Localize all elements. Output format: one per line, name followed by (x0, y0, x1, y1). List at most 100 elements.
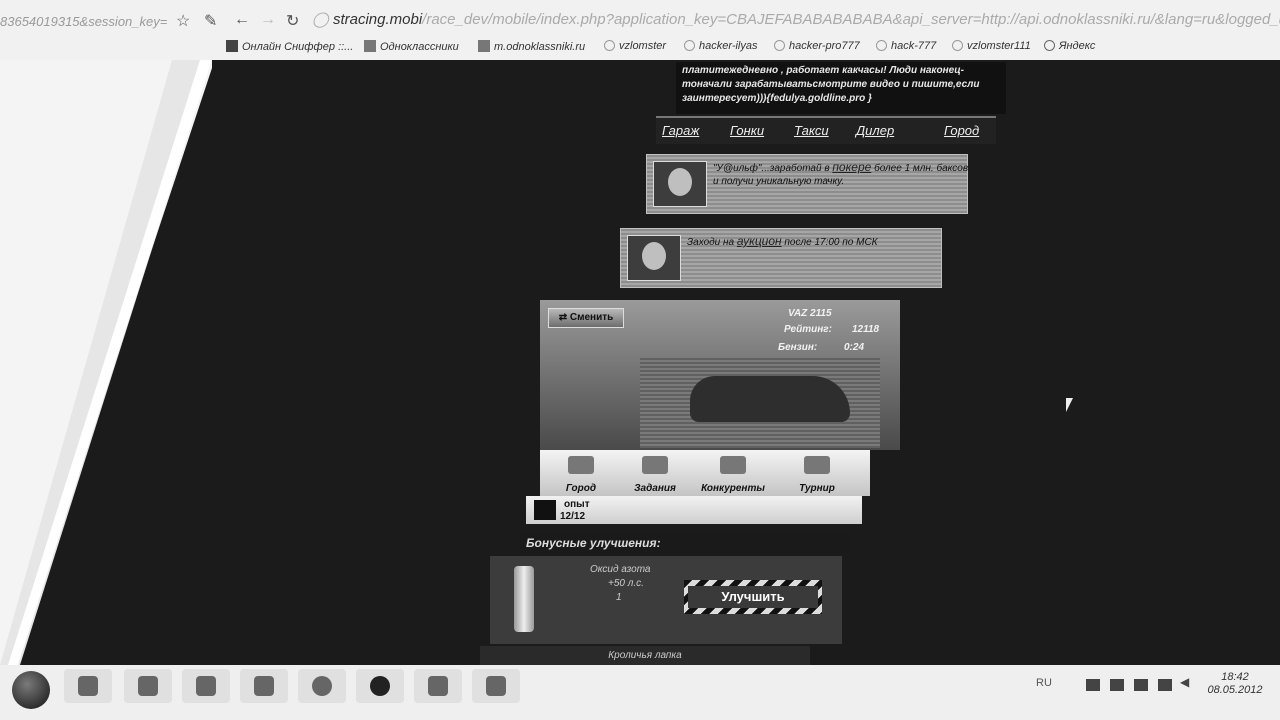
main-nav: Гараж Гонки Такси Дилер Город (656, 116, 996, 144)
folder-icon (138, 676, 158, 696)
bonus-name: Оксид азота (590, 564, 651, 575)
taskbar-app[interactable] (182, 669, 230, 703)
site-icon (478, 40, 490, 52)
exp-value: 12/12 (560, 511, 586, 522)
swap-label: Сменить (569, 312, 614, 323)
bookmark-label: Одноклассники (380, 41, 459, 53)
fuel-value: 0:24 (844, 342, 865, 353)
game-menu: Город Задания Конкуренты Турнир (540, 450, 870, 496)
bookmark-label: hack-777 (891, 40, 937, 52)
nav-races[interactable]: Гонки (730, 123, 764, 138)
bonus-title: Бонусные улучшения: (520, 532, 850, 554)
browser-icon (312, 676, 332, 696)
promo-banner: платитежедневно , работает какчасы! Люди… (676, 62, 1006, 114)
bookmark-label: Онлайн Сниффер ::... (242, 41, 354, 53)
mouse-cursor-icon (1066, 398, 1073, 412)
url-path: /race_dev/mobile/index.php?application_k… (422, 11, 1280, 28)
star-icon[interactable]: ☆ (176, 11, 190, 31)
app-icon (196, 676, 216, 696)
nav-taxi[interactable]: Такси (794, 123, 829, 138)
taskbar-opera[interactable] (356, 669, 404, 703)
volume-icon[interactable]: ◀ (1180, 675, 1194, 689)
next-bonus-item[interactable]: Кроличья лапка (480, 646, 810, 665)
back-icon[interactable]: ← (234, 11, 250, 29)
taskbar-app-2[interactable] (240, 669, 288, 703)
bookmark-yandex[interactable]: Яндекс (1044, 40, 1095, 52)
browser-toolbar: 83654019315&session_key= ☆ ✎ ← → ↻ ◯ str… (0, 0, 1280, 38)
car-image (640, 358, 880, 448)
bookmarks-bar: Онлайн Сниффер ::... Одноклассники m.odn… (0, 38, 1280, 60)
news-item-auction: Заходи на аукцион после 17:00 по МСК (620, 228, 942, 288)
nav-garage[interactable]: Гараж (662, 123, 699, 138)
bookmark-odnoklassniki[interactable]: Одноклассники (364, 40, 459, 53)
upgrade-label: Улучшить (688, 586, 818, 608)
experience-bar: опыт 12/12 (526, 496, 862, 524)
site-icon (364, 40, 376, 52)
taskbar: RU ◀ 18:42 08.05.2012 (0, 665, 1280, 720)
url-domain: stracing.mobi (332, 11, 423, 28)
promo-text: платитежедневно , работает какчасы! Люди… (682, 65, 980, 104)
clock-date: 08.05.2012 (1207, 684, 1263, 696)
bookmark-hacker-ilyas[interactable]: hacker-ilyas (684, 40, 758, 52)
tournament-icon (804, 456, 830, 474)
opera-icon (370, 676, 390, 696)
avatar (627, 235, 681, 281)
globe-icon (604, 40, 615, 51)
bookmark-hack-777[interactable]: hack-777 (876, 40, 936, 52)
taskbar-browser[interactable] (298, 669, 346, 703)
bookmark-vzlomster111[interactable]: vzlomster111 (952, 40, 1031, 52)
reload-icon[interactable]: ↻ (286, 11, 299, 31)
bookmark-hacker-pro777[interactable]: hacker-pro777 (774, 40, 860, 52)
nav-dealer[interactable]: Дилер (856, 123, 894, 138)
globe-icon (684, 40, 695, 51)
previous-tab-url[interactable]: 83654019315&session_key= (0, 14, 167, 29)
swap-car-button[interactable]: ⇄ Сменить (548, 308, 624, 328)
address-field[interactable]: ◯ stracing.mobi/race_dev/mobile/index.ph… (312, 10, 1280, 32)
paint-icon (486, 676, 506, 696)
network-icon[interactable] (1158, 679, 1172, 691)
taskbar-paint[interactable] (472, 669, 520, 703)
game-page: платитежедневно , работает какчасы! Люди… (480, 62, 1040, 665)
bookmark-vzlomster[interactable]: vzlomster (604, 40, 666, 52)
rating-label: Рейтинг: (784, 324, 832, 335)
menu-competitors[interactable]: Конкуренты (692, 450, 774, 496)
menu-label: Город (565, 483, 597, 494)
menu-city[interactable]: Город (540, 450, 622, 496)
start-button[interactable] (12, 671, 50, 709)
nitro-bottle-icon (514, 566, 534, 632)
clock[interactable]: 18:42 08.05.2012 (1200, 671, 1270, 697)
language-indicator[interactable]: RU (1036, 677, 1052, 689)
city-icon (568, 456, 594, 474)
auction-link[interactable]: аукцион (737, 234, 782, 248)
menu-tasks[interactable]: Задания (614, 450, 696, 496)
news-item-poker: "У@ильф"...заработай в покере более 1 мл… (646, 154, 968, 214)
tray-icon[interactable] (1134, 679, 1148, 691)
taskbar-media-player[interactable] (64, 669, 112, 703)
taskbar-explorer[interactable] (124, 669, 172, 703)
floppy-icon (226, 40, 238, 52)
avatar (653, 161, 707, 207)
menu-tournament[interactable]: Турнир (776, 450, 858, 496)
nav-city[interactable]: Город (944, 123, 979, 138)
bonus-item: Оксид азота +50 л.с. 1 Улучшить (490, 556, 842, 644)
bookmark-m-odnoklassniki[interactable]: m.odnoklassniki.ru (478, 40, 585, 53)
yandex-icon (1044, 40, 1055, 51)
menu-label: Задания (634, 483, 676, 494)
news-text: Заходи на аукцион после 17:00 по МСК (687, 234, 878, 249)
poker-link[interactable]: покере (832, 160, 871, 174)
bookmark-sniffer[interactable]: Онлайн Сниффер ::... (226, 40, 353, 53)
taskbar-editor[interactable] (414, 669, 462, 703)
wrench-icon[interactable]: ✎ (204, 11, 217, 31)
globe-icon (876, 40, 887, 51)
upgrade-button[interactable]: Улучшить (684, 580, 822, 614)
tray-icon[interactable] (1110, 679, 1124, 691)
tray-icon[interactable] (1086, 679, 1100, 691)
menu-label: Конкуренты (701, 483, 765, 494)
globe-icon (774, 40, 785, 51)
bonus-count: 1 (616, 592, 622, 603)
rating-value: 12118 (852, 324, 880, 335)
forward-icon[interactable]: → (260, 11, 276, 29)
clock-time: 18:42 (1221, 671, 1249, 683)
menu-label: Турнир (799, 483, 835, 494)
app-icon (254, 676, 274, 696)
